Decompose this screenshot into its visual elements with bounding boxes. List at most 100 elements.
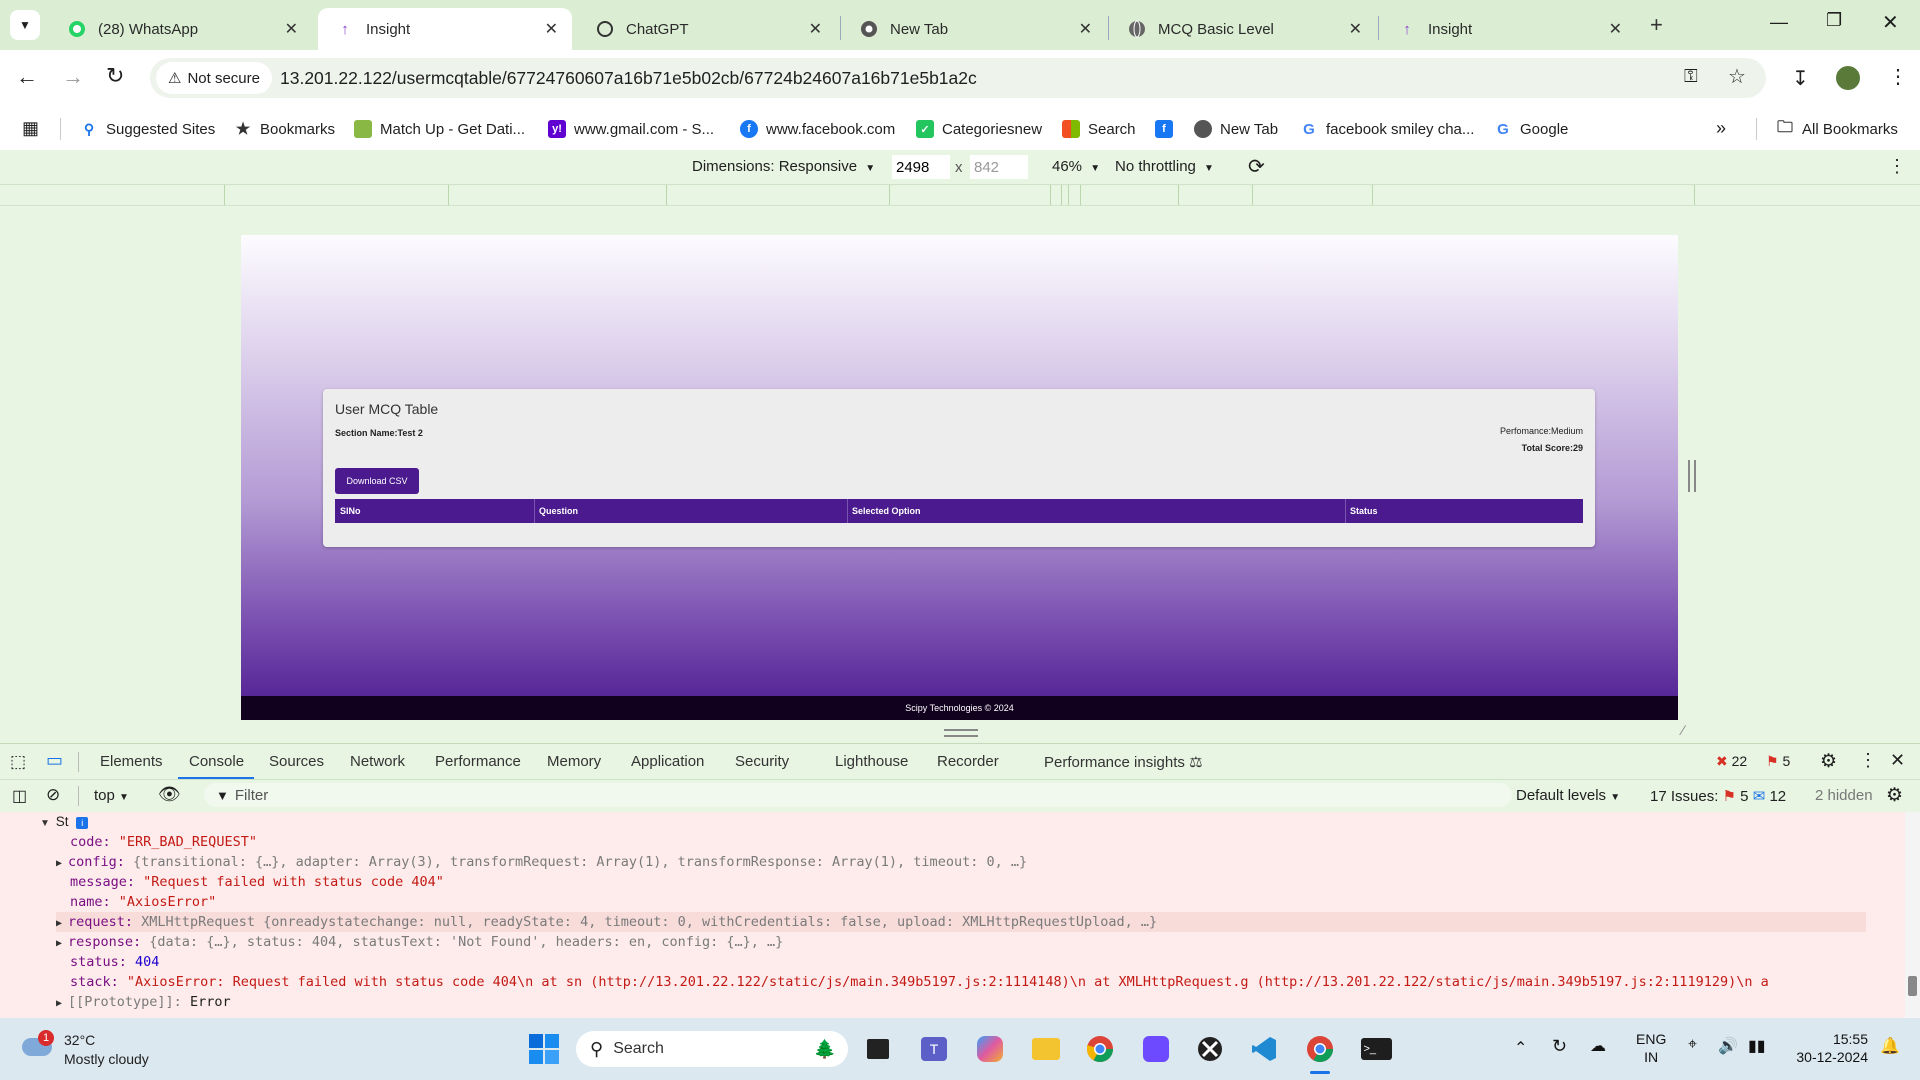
console-scrollbar[interactable]	[1905, 812, 1920, 1018]
download-csv-button[interactable]: Download CSV	[335, 468, 419, 494]
copilot-icon[interactable]	[974, 1033, 1006, 1065]
security-chip[interactable]: ⚠ Not secure	[156, 62, 272, 94]
media-query-ruler[interactable]	[0, 184, 1920, 206]
close-icon[interactable]: ✕	[809, 19, 822, 39]
width-input[interactable]	[892, 155, 950, 179]
devtools-more-icon[interactable]: ⋮	[1859, 750, 1877, 771]
tab-insight-2[interactable]: ↑ Insight ✕	[1380, 8, 1636, 50]
live-expression-eye-icon[interactable]: 👁	[158, 784, 181, 805]
devtools-tab-sources[interactable]: Sources	[269, 753, 324, 770]
bookmark-star-icon[interactable]: ☆	[1728, 64, 1746, 89]
console-line-config[interactable]: ▶ config: {transitional: {…}, adapter: Ar…	[56, 852, 1027, 872]
back-button[interactable]: ←	[16, 64, 38, 90]
height-input[interactable]	[970, 155, 1028, 179]
devtools-settings-gear-icon[interactable]: ⚙	[1820, 750, 1837, 773]
tab-search-button[interactable]: ▼	[10, 10, 40, 40]
vscode-icon[interactable]	[1248, 1033, 1280, 1065]
sidebar-toggle-icon[interactable]: ◫	[12, 786, 27, 806]
weather-widget[interactable]: 1 32°C Mostly cloudy	[20, 1030, 200, 1070]
tab-mcq-basic[interactable]: MCQ Basic Level ✕	[1110, 8, 1376, 50]
devtools-tab-network[interactable]: Network	[350, 753, 405, 770]
tab-insight-active[interactable]: ↑ Insight ✕	[318, 8, 572, 50]
volume-icon[interactable]: 🔊	[1718, 1036, 1738, 1056]
bookmark-facebook-smiley[interactable]: Gfacebook smiley cha...	[1300, 116, 1474, 142]
inspect-element-icon[interactable]: ⬚	[10, 752, 26, 772]
bookmark-search[interactable]: Search	[1062, 116, 1136, 142]
tray-chevron-up-icon[interactable]: ⌃	[1514, 1038, 1527, 1058]
console-line-request[interactable]: ▶ request: XMLHttpRequest {onreadystatech…	[56, 912, 1866, 932]
bookmark-categoriesnew[interactable]: ✓ Categoriesnew	[916, 116, 1042, 142]
close-icon[interactable]: ✕	[1349, 19, 1362, 39]
devtools-tab-performance[interactable]: Performance	[435, 753, 521, 770]
file-explorer-icon[interactable]	[1030, 1033, 1062, 1065]
viewport-resize-handle[interactable]	[1688, 460, 1696, 492]
bookmark-google[interactable]: G Google	[1494, 116, 1568, 142]
tab-chatgpt[interactable]: ChatGPT ✕	[578, 8, 836, 50]
language-indicator[interactable]: ENG IN	[1636, 1030, 1666, 1066]
close-icon[interactable]: ✕	[1079, 19, 1092, 39]
devtools-tab-console[interactable]: Console	[189, 753, 244, 770]
menu-kebab-icon[interactable]: ⋮	[1888, 64, 1908, 89]
error-counter[interactable]: ✖ 22	[1716, 753, 1747, 770]
sync-icon[interactable]: ↻	[1552, 1036, 1567, 1057]
clock[interactable]: 15:55 30-12-2024	[1788, 1030, 1868, 1066]
devtools-tab-performance-insights[interactable]: Performance insights ⚖	[1044, 753, 1203, 771]
window-close-button[interactable]: ✕	[1882, 10, 1899, 35]
devtools-tab-elements[interactable]: Elements	[100, 753, 163, 770]
bookmark-bookmarks[interactable]: ★ Bookmarks	[234, 116, 335, 142]
onedrive-icon[interactable]: ☁	[1590, 1036, 1606, 1056]
issues-counter[interactable]: 17 Issues: ⚑ 5 ✉ 12	[1650, 787, 1786, 805]
bookmark-new-tab[interactable]: New Tab	[1194, 116, 1278, 142]
devtools-tab-security[interactable]: Security	[735, 753, 789, 770]
bookmark-facebook-square[interactable]: f	[1155, 116, 1181, 142]
battery-icon[interactable]: ▮▮	[1748, 1036, 1766, 1056]
apps-grid-icon[interactable]: ▦	[22, 118, 39, 139]
start-button[interactable]	[528, 1033, 560, 1065]
download-icon[interactable]: ↧	[1792, 66, 1809, 91]
chrome-icon[interactable]	[1084, 1033, 1116, 1065]
viewport-bottom-handle[interactable]	[944, 729, 978, 737]
device-menu-kebab-icon[interactable]: ⋮	[1888, 156, 1906, 177]
tab-whatsapp[interactable]: (28) WhatsApp ✕	[50, 8, 312, 50]
close-icon[interactable]: ✕	[545, 19, 558, 39]
scroll-thumb[interactable]	[1908, 976, 1917, 996]
address-bar[interactable]: ⚠ Not secure 13.201.22.122/usermcqtable/…	[150, 58, 1766, 98]
avatar[interactable]	[1836, 66, 1860, 90]
minimize-button[interactable]: —	[1770, 12, 1788, 33]
throttling-dropdown[interactable]: No throttling ▼	[1115, 158, 1214, 175]
console-line-response[interactable]: ▶ response: {data: {…}, status: 404, stat…	[56, 932, 783, 952]
restore-button[interactable]: ❐	[1826, 10, 1842, 31]
forward-button[interactable]: →	[62, 64, 84, 90]
proton-icon[interactable]	[1140, 1033, 1172, 1065]
taskbar-search[interactable]: ⚲ Search 🌲	[576, 1031, 848, 1067]
device-toggle-icon[interactable]: ▭	[46, 750, 63, 771]
devtools-tab-recorder[interactable]: Recorder	[937, 753, 999, 770]
devtools-close-icon[interactable]: ✕	[1890, 750, 1905, 771]
console-object-header[interactable]: ▼ St i	[40, 812, 89, 832]
close-icon[interactable]: ✕	[285, 19, 298, 39]
devtools-tab-memory[interactable]: Memory	[547, 753, 601, 770]
new-tab-button[interactable]: +	[1650, 12, 1663, 38]
console-settings-gear-icon[interactable]: ⚙	[1886, 784, 1903, 807]
viewport-corner-handle[interactable]: ∕	[1682, 722, 1684, 738]
chrome-active-icon[interactable]	[1304, 1033, 1336, 1065]
close-icon[interactable]: ✕	[1609, 19, 1622, 39]
password-key-icon[interactable]: ⚿	[1684, 66, 1698, 87]
url-text[interactable]: 13.201.22.122/usermcqtable/67724760607a1…	[280, 68, 977, 89]
notification-bell-icon[interactable]: 🔔	[1880, 1036, 1900, 1056]
filter-input[interactable]: ▼ Filter	[204, 783, 1512, 807]
clear-console-icon[interactable]: ⊘	[46, 785, 60, 805]
bookmark-facebook[interactable]: f www.facebook.com	[740, 116, 895, 142]
warning-counter[interactable]: ⚑ 5	[1766, 753, 1790, 770]
reload-button[interactable]: ↻	[106, 63, 124, 89]
terminal-icon[interactable]: >_	[1360, 1033, 1392, 1065]
wifi-icon[interactable]: ⌖	[1688, 1036, 1697, 1054]
rotate-icon[interactable]: ⟳	[1248, 154, 1265, 179]
bookmark-suggested-sites[interactable]: ⚲ Suggested Sites	[80, 116, 215, 142]
zoom-dropdown[interactable]: 46% ▼	[1052, 158, 1100, 175]
more-bookmarks-icon[interactable]: »	[1716, 118, 1726, 139]
dimensions-dropdown[interactable]: Dimensions: Responsive ▼	[692, 158, 875, 175]
default-levels-dropdown[interactable]: Default levels ▼	[1516, 787, 1620, 804]
devtools-tab-lighthouse[interactable]: Lighthouse	[835, 753, 908, 770]
bookmark-gmail[interactable]: y! www.gmail.com - S...	[548, 116, 714, 142]
